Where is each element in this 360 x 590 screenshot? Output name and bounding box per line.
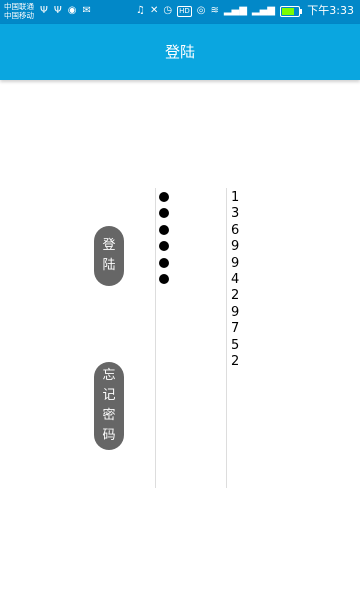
digit-item[interactable]: 2 [231,288,239,304]
usb-icon: Ψ [40,5,48,16]
digit-column[interactable]: 1 3 6 9 9 4 2 9 7 5 2 [231,190,239,370]
carrier-2-label: 中国移动 [4,11,34,20]
signal-icon: ▂▄▆ [223,5,247,16]
digit-item[interactable]: 6 [231,223,239,239]
password-dot [159,241,169,252]
digit-item[interactable]: 5 [231,338,239,354]
password-dot [159,192,169,202]
page-title: 登陆 [164,43,195,61]
digit-item[interactable]: 2 [231,354,239,370]
password-dot [159,208,169,219]
alarm-icon: ◷ [163,5,173,16]
password-dot [159,273,169,284]
password-field[interactable] [159,192,169,290]
carrier-1-label: 中国联通 [4,2,34,11]
signal-icon: ▂▄▆ [251,5,275,16]
login-button-char: 登 [102,238,116,253]
usb-icon: Ψ [53,5,62,16]
digit-item[interactable]: 4 [231,272,239,288]
password-dot [159,224,169,235]
digit-item[interactable]: 1 [231,190,239,206]
digit-item[interactable]: 3 [231,206,239,222]
battery-icon [280,5,302,17]
login-button-char: 陆 [102,258,116,273]
forgot-password-char: 忘 [102,368,116,383]
clock: 下午3:33 [307,4,354,17]
hd-icon: HD [177,5,192,17]
password-dot [159,257,169,268]
wifi-icon: ≋ [210,5,219,16]
app-bar: 登陆 [0,24,360,80]
digit-item[interactable]: 9 [231,305,239,321]
status-icons-right: ♫ ✕ ◷ HD ◎ ≋ ▂▄▆ ▂▄▆ [135,4,302,18]
digit-item[interactable]: 9 [231,239,239,255]
mute-icon: ✕ [149,5,159,16]
digit-item[interactable]: 9 [231,256,239,272]
forgot-password-char: 密 [102,408,116,423]
status-bar: 中国联通 中国移动 Ψ Ψ ◉ ✉ ♫ ✕ ◷ HD ◎ ≋ ▂▄▆ ▂▄▆ 下… [0,0,360,24]
digit-item[interactable]: 7 [231,321,239,337]
notification-icon: ◉ [67,5,77,16]
mail-icon: ✉ [82,5,91,16]
carrier-info: 中国联通 中国移动 [4,2,34,20]
status-icons-left: Ψ Ψ ◉ ✉ [40,4,91,18]
forgot-password-char: 码 [102,428,116,443]
login-button[interactable]: 登 陆 [94,226,124,286]
forgot-password-char: 记 [102,388,116,403]
divider-line [226,188,227,488]
headset-icon: ♫ [135,5,145,16]
forgot-password-button[interactable]: 忘 记 密 码 [94,362,124,450]
divider-line [155,188,156,488]
eye-icon: ◎ [196,5,206,16]
